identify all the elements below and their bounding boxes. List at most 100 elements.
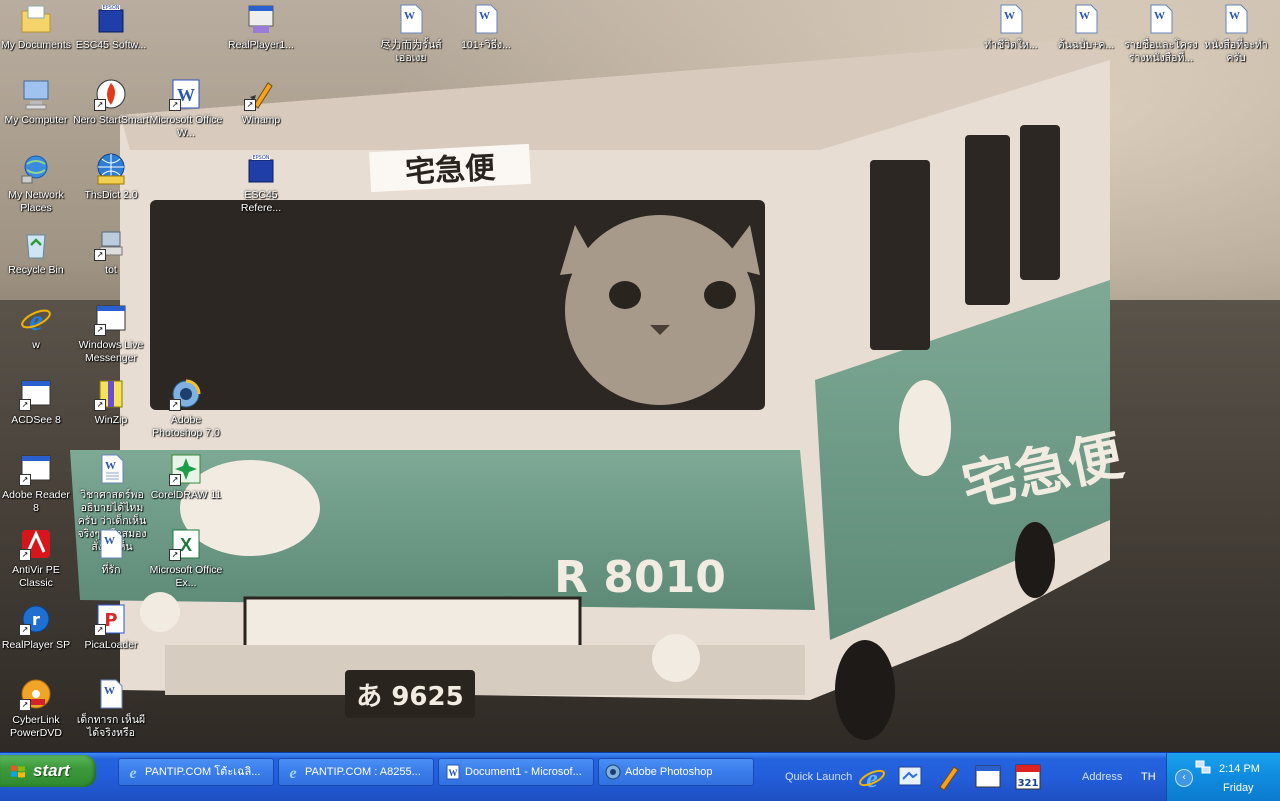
windows-flag-icon	[11, 765, 25, 778]
desktop-icon-label: Winamp	[241, 114, 281, 126]
internet-explorer-icon: e	[285, 764, 301, 782]
address-label[interactable]: Address	[1082, 771, 1122, 783]
taskbar-button-document1[interactable]: W Document1 - Microsof...	[438, 758, 594, 786]
desktop-icon-antivir[interactable]: ↗ AntiVir PE Classic	[0, 527, 74, 590]
svg-text:321: 321	[1018, 778, 1039, 789]
desktop-icon-label: CorelDRAW 11	[150, 489, 222, 501]
desktop-icon-label: Windows Live Messenger	[78, 339, 144, 364]
desktop-icon-my-network-places[interactable]: My Network Places	[0, 152, 74, 215]
svg-text:W: W	[1229, 10, 1240, 22]
bus-plate-small: あ 9625	[356, 682, 463, 712]
quick-launch-ie-icon[interactable]: e	[858, 763, 886, 793]
svg-text:W: W	[1154, 10, 1165, 22]
computer-icon	[19, 77, 53, 111]
desktop-icon-nero-startsmart[interactable]: ↗ Nero StartSmart	[73, 77, 149, 127]
desktop-icon-realplayer-sp[interactable]: r ↗ RealPlayer SP	[0, 602, 74, 652]
taskbar-button-pantip-2[interactable]: e PANTIP.COM : A8255...	[278, 758, 434, 786]
desktop-icon-ms-office-excel[interactable]: X ↗ Microsoft Office Ex...	[148, 527, 224, 590]
start-label: start	[33, 761, 70, 780]
desktop-icon-label: 尽力而为รั้นส์เอ่อเงย	[380, 39, 442, 64]
desktop-icon-coreldraw[interactable]: ↗ CorelDRAW 11	[148, 452, 224, 502]
desktop-icon-esc45-software[interactable]: EPSON ESC45 Softw...	[73, 2, 149, 52]
desktop-icon-label: 101+วิธีง...	[461, 39, 511, 51]
epson-book-icon: EPSON	[94, 2, 128, 36]
taskbar-button-pantip-1[interactable]: e PANTIP.COM โต้ะเฉลิ...	[118, 758, 274, 786]
svg-text:EPSON: EPSON	[102, 5, 119, 11]
desktop-icon-adobe-photoshop[interactable]: ↗ Adobe Photoshop 7.0	[148, 377, 224, 440]
desktop-icon-label: My Network Places	[8, 189, 64, 214]
window-icon[interactable]	[974, 763, 1002, 791]
svg-text:W: W	[449, 768, 458, 778]
recycle-bin-icon	[19, 227, 53, 261]
task-label: Document1 - Microsof...	[465, 766, 582, 778]
desktop-icon-thai-doc-6[interactable]: W หนังสือที่จะทำครับ	[1198, 2, 1274, 65]
word-document-icon: W	[1144, 2, 1178, 36]
calendar-321-icon[interactable]: 321	[1014, 763, 1042, 791]
svg-text:W: W	[104, 535, 115, 547]
desktop-icon-label: ที่รัก	[101, 564, 121, 576]
quick-launch-label: Quick Launch	[785, 771, 853, 783]
word-document-icon: W	[1219, 2, 1253, 36]
desktop-icon-my-computer[interactable]: My Computer	[0, 77, 74, 127]
desktop-icon-adobe-reader[interactable]: ↗ Adobe Reader 8	[0, 452, 74, 515]
svg-text:W: W	[104, 685, 115, 697]
language-indicator[interactable]: TH	[1141, 771, 1156, 783]
desktop-icon-label: w	[32, 339, 40, 351]
desktop-icon-101-doc[interactable]: W 101+วิธีง...	[448, 2, 524, 52]
word-document-icon: W	[445, 764, 461, 780]
desktop-icon-thai-doc-5[interactable]: W รายชื่อและโครงร่างหนังสือที่...	[1123, 2, 1199, 65]
desktop-icon-w[interactable]: e w	[0, 302, 74, 352]
desktop-icon-thirak[interactable]: W ที่รัก	[73, 527, 149, 577]
word-document-icon: W	[1069, 2, 1103, 36]
photoshop-icon	[605, 764, 621, 780]
desktop-icon-label: ThsDict 2.0	[84, 189, 138, 201]
winzip-icon: ↗	[94, 377, 128, 411]
taskbar-button-photoshop[interactable]: Adobe Photoshop	[598, 758, 754, 786]
desktop-icon-thai-doc-3[interactable]: W ทำชีวิตให...	[973, 2, 1049, 52]
desktop-icon-thai-doc-4[interactable]: W ต้นฉบับ+ค...	[1048, 2, 1124, 52]
desktop-icon-thai-doc-2[interactable]: W เด็กทารก เห็นผีได้จริงหรือ	[73, 677, 149, 740]
desktop-icon-tot[interactable]: ↗ tot	[73, 227, 149, 277]
desktop[interactable]: 宅急便 R 8010 あ 9625 宅急便 My Documents My Co…	[0, 0, 1280, 752]
desktop-icon-picaloader[interactable]: P ↗ PicaLoader	[73, 602, 149, 652]
network-connection-icon[interactable]	[1195, 759, 1211, 775]
desktop-icon-thsdict[interactable]: ThsDict 2.0	[73, 152, 149, 202]
winamp-icon: ↗	[244, 77, 278, 111]
desktop-icon-label: My Documents	[0, 39, 72, 51]
desktop-icon-label: AntiVir PE Classic	[12, 564, 60, 589]
desktop-icon-label: หนังสือที่จะทำครับ	[1204, 39, 1268, 64]
desktop-icon-label: PicaLoader	[84, 639, 138, 651]
desktop-icon-label: ESC45 Softw...	[75, 39, 147, 51]
desktop-icon-my-documents[interactable]: My Documents	[0, 2, 74, 52]
svg-text:W: W	[1079, 10, 1090, 22]
chevron-left-icon[interactable]: ‹	[1175, 769, 1193, 787]
photoshop-icon: ↗	[169, 377, 203, 411]
quick-launch-winamp-icon[interactable]	[934, 763, 962, 791]
globe-icon	[94, 152, 128, 186]
taskbar: start e PANTIP.COM โต้ะเฉลิ... e PANTIP.…	[0, 752, 1280, 801]
desktop-icon-label: เด็กทารก เห็นผีได้จริงหรือ	[76, 714, 146, 739]
word-document-icon: W	[994, 2, 1028, 36]
svg-text:W: W	[105, 460, 116, 472]
internet-explorer-icon: e	[125, 764, 141, 782]
desktop-icon-esc45-reference[interactable]: EPSON ESC45 Refere...	[223, 152, 299, 215]
desktop-icon-winzip[interactable]: ↗ WinZip	[73, 377, 149, 427]
desktop-icon-acdsee[interactable]: ↗ ACDSee 8	[0, 377, 74, 427]
folder-documents-icon	[19, 2, 53, 36]
desktop-icon-realplayer-setup[interactable]: RealPlayer1...	[223, 2, 299, 52]
desktop-icon-ms-office-word[interactable]: W ↗ Microsoft Office W...	[148, 77, 224, 140]
desktop-icon-chinese-doc[interactable]: W 尽力而为รั้นส์เอ่อเงย	[373, 2, 449, 65]
desktop-icon-winamp[interactable]: ↗ Winamp	[223, 77, 299, 127]
clock-time[interactable]: 2:14 PM	[1219, 763, 1260, 775]
show-desktop-icon[interactable]	[896, 763, 924, 791]
desktop-icon-windows-live-messenger[interactable]: ↗ Windows Live Messenger	[73, 302, 149, 365]
desktop-icon-recycle-bin[interactable]: Recycle Bin	[0, 227, 74, 277]
word-document-icon: W	[94, 677, 128, 711]
start-button[interactable]: start	[0, 755, 96, 787]
desktop-icon-label: ทำชีวิตให...	[984, 39, 1038, 51]
coreldraw-icon: ↗	[169, 452, 203, 486]
excel-app-icon: X ↗	[169, 527, 203, 561]
svg-text:X: X	[180, 535, 192, 555]
desktop-icon-cyberlink-powerdvd[interactable]: ↗ CyberLink PowerDVD	[0, 677, 74, 740]
internet-explorer-icon: e	[19, 302, 53, 337]
